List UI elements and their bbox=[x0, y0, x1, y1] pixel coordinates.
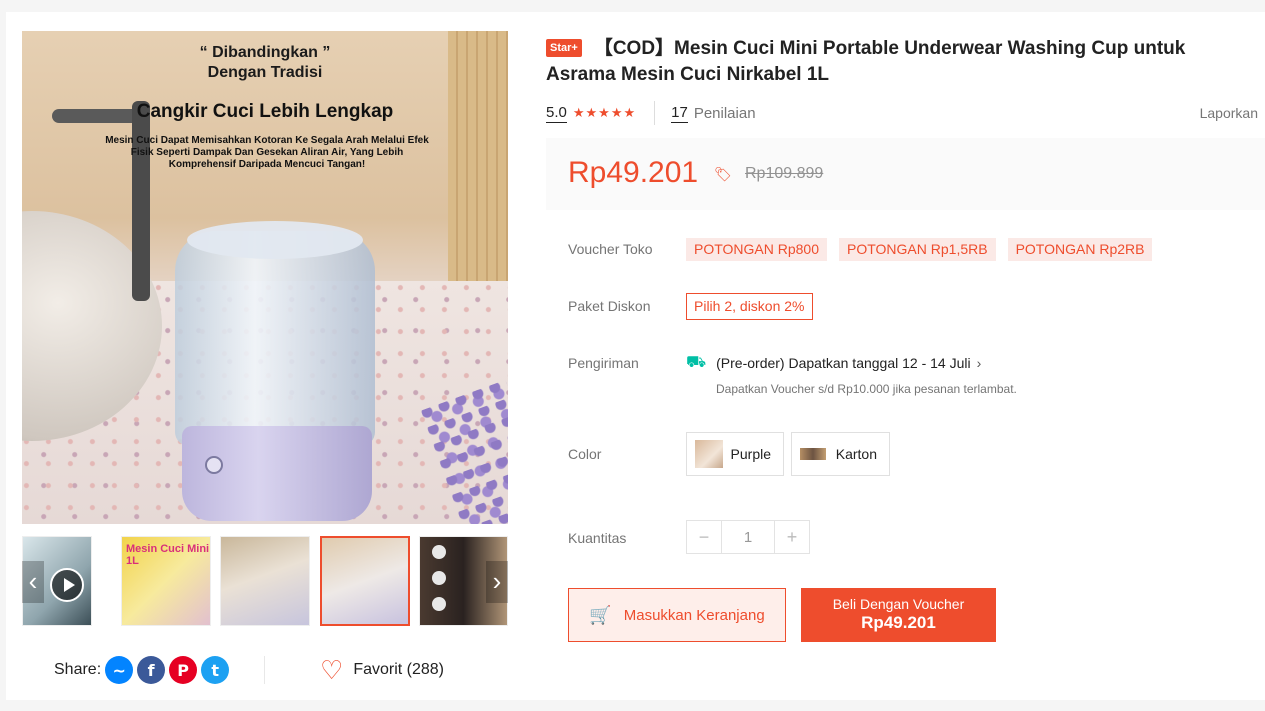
color-option-karton[interactable]: Karton bbox=[791, 432, 890, 476]
rating-value[interactable]: 5.0 bbox=[546, 104, 567, 123]
image-body-text: Mesin Cuci Dapat Memisahkan Kotoran Ke S… bbox=[105, 135, 429, 170]
play-icon[interactable] bbox=[50, 568, 84, 602]
color-label: Color bbox=[568, 446, 602, 462]
shipping-sub: Dapatkan Voucher s/d Rp10.000 jika pesan… bbox=[716, 382, 1017, 396]
faucet bbox=[132, 101, 150, 301]
divider bbox=[654, 101, 656, 125]
product-title-text: 【COD】Mesin Cuci Mini Portable Underwear … bbox=[546, 38, 1186, 85]
voucher-label: Voucher Toko bbox=[568, 241, 653, 257]
option-swatch bbox=[695, 440, 723, 468]
bundle-label: Paket Diskon bbox=[568, 298, 651, 314]
minus-icon[interactable]: − bbox=[687, 521, 721, 553]
thumb-dot bbox=[432, 571, 446, 585]
heart-icon: ♡ bbox=[320, 655, 344, 685]
thumb-dot bbox=[432, 545, 446, 559]
buy-label: Beli Dengan Voucher bbox=[832, 596, 965, 612]
favorite-button[interactable]: ♡ Favorit (288) bbox=[320, 656, 444, 684]
messenger-icon[interactable]: ~ bbox=[105, 656, 134, 684]
divider bbox=[264, 656, 265, 684]
thumbnail-4-selected[interactable] bbox=[320, 536, 410, 626]
image-headline: Cangkir Cuci Lebih Lengkap bbox=[136, 101, 394, 122]
current-price: Rp49.201 bbox=[568, 156, 699, 189]
shipping-info[interactable]: ⛟ (Pre-order) Dapatkan tanggal 12 - 14 J… bbox=[686, 353, 981, 373]
share-label: Share: bbox=[54, 661, 102, 678]
plus-icon[interactable]: + bbox=[775, 521, 809, 553]
price-box: Rp49.201 🏷 Rp109.899 bbox=[546, 138, 1265, 210]
option-label: Purple bbox=[730, 446, 771, 462]
voucher-list: POTONGAN Rp800 POTONGAN Rp1,5RB POTONGAN… bbox=[686, 238, 1153, 261]
color-option-purple[interactable]: Purple bbox=[686, 432, 784, 476]
star-rating-icon: ★★★★★ bbox=[572, 105, 637, 120]
review-count[interactable]: 17 bbox=[671, 104, 688, 123]
rating-stats: 5.0 ★★★★★ 17 Penilaian Laporkan bbox=[546, 101, 1258, 125]
power-button-graphic bbox=[205, 456, 223, 474]
washing-cup-top bbox=[187, 221, 363, 259]
twitter-icon[interactable]: t bbox=[201, 656, 230, 684]
option-swatch bbox=[800, 448, 826, 460]
buy-with-voucher-button[interactable]: Beli Dengan Voucher Rp49.201 bbox=[801, 588, 996, 642]
cart-plus-icon: 🛒 bbox=[589, 604, 612, 625]
thumbnail-strip: Mesin Cuci Mini 1L bbox=[22, 536, 508, 626]
add-to-cart-label: Masukkan Keranjang bbox=[623, 606, 765, 624]
original-price: Rp109.899 bbox=[745, 165, 824, 182]
chevron-left-icon[interactable]: ‹ bbox=[22, 561, 44, 603]
chevron-right-icon: › bbox=[976, 355, 982, 371]
thumb-dot bbox=[432, 597, 446, 611]
buy-price: Rp49.201 bbox=[861, 613, 936, 632]
review-label: Penilaian bbox=[693, 104, 756, 122]
star-plus-badge: Star+ bbox=[546, 39, 582, 57]
quantity-input[interactable]: 1 bbox=[721, 521, 775, 553]
quantity-label: Kuantitas bbox=[568, 530, 627, 546]
report-link[interactable]: Laporkan bbox=[1200, 105, 1258, 121]
share-bar: Share: ~ f P t bbox=[54, 656, 230, 684]
shipping-main: (Pre-order) Dapatkan tanggal 12 - 14 Jul… bbox=[716, 355, 971, 371]
add-to-cart-button[interactable]: 🛒 Masukkan Keranjang bbox=[568, 588, 786, 642]
thumbnail-label: Mesin Cuci Mini 1L bbox=[126, 543, 210, 567]
image-quote: “ Dibandingkan ” Dengan Tradisi bbox=[199, 44, 331, 81]
favorite-label: Favorit (288) bbox=[353, 661, 445, 678]
shipping-label: Pengiriman bbox=[568, 355, 639, 371]
chevron-right-icon[interactable]: › bbox=[486, 561, 508, 603]
washing-cup bbox=[175, 231, 375, 446]
voucher-chip[interactable]: POTONGAN Rp1,5RB bbox=[839, 238, 996, 261]
voucher-price-icon: 🏷 bbox=[714, 166, 732, 182]
quantity-stepper: − 1 + bbox=[686, 520, 810, 554]
truck-icon: ⛟ bbox=[686, 354, 707, 371]
option-label: Karton bbox=[835, 446, 877, 462]
pinterest-icon[interactable]: P bbox=[169, 656, 198, 684]
product-title: Star+ 【COD】Mesin Cuci Mini Portable Under… bbox=[546, 36, 1246, 88]
product-main-image[interactable]: “ Dibandingkan ” Dengan Tradisi Cangkir … bbox=[22, 31, 508, 524]
thumbnail-3[interactable] bbox=[220, 536, 310, 626]
facebook-icon[interactable]: f bbox=[137, 656, 166, 684]
voucher-chip[interactable]: POTONGAN Rp800 bbox=[686, 238, 828, 261]
voucher-chip[interactable]: POTONGAN Rp2RB bbox=[1007, 238, 1153, 261]
thumbnail-2[interactable]: Mesin Cuci Mini 1L bbox=[121, 536, 211, 626]
bundle-deal-chip[interactable]: Pilih 2, diskon 2% bbox=[686, 293, 813, 320]
